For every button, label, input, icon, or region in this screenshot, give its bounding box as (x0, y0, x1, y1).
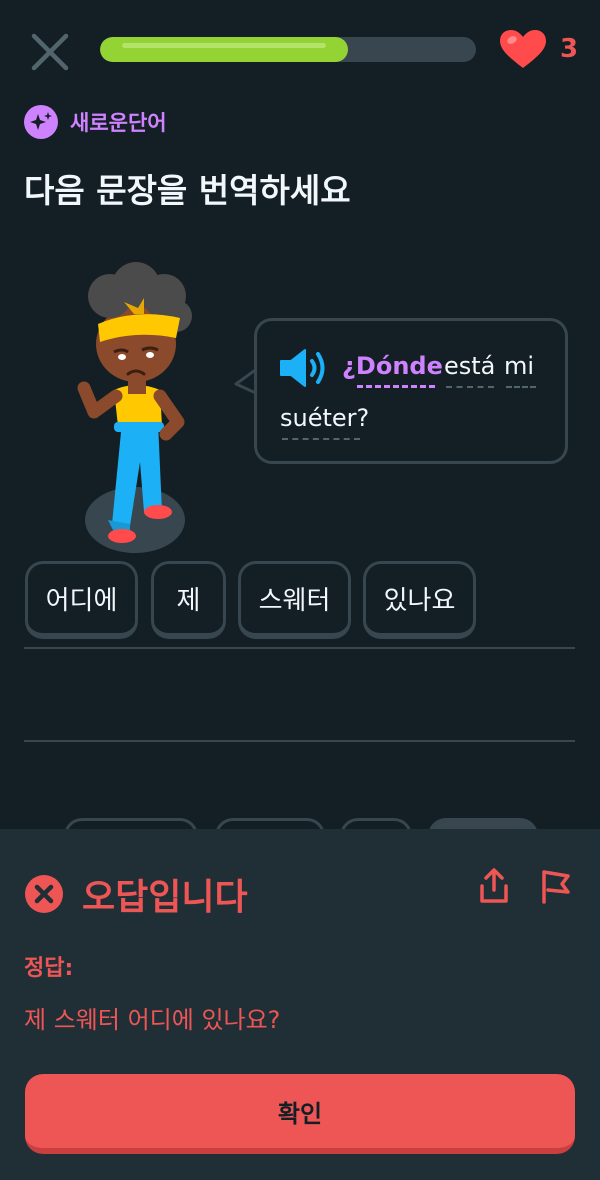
hearts-counter: 3 (498, 28, 588, 72)
prompt-word[interactable]: está (444, 352, 495, 380)
answer-chip[interactable]: 어디에 (25, 561, 138, 639)
progress-bar (100, 37, 476, 62)
prompt-word-underline (506, 386, 536, 388)
correct-answer-text: 제 스웨터 어디에 있나요? (24, 1006, 281, 1034)
sparkle-icon (30, 112, 52, 130)
prompt-word-new[interactable]: ¿Dónde (342, 352, 443, 380)
progress-bar-fill (100, 37, 349, 62)
close-icon[interactable] (28, 30, 72, 74)
error-x-icon (25, 875, 63, 913)
speech-bubble (254, 318, 568, 464)
heart-icon (500, 30, 546, 68)
new-word-badge: 새로운단어 (24, 104, 167, 140)
answer-chip[interactable]: 있나요 (363, 561, 476, 639)
prompt-word-underline (446, 386, 494, 388)
answer-line (24, 647, 575, 649)
prompt-word[interactable]: suéter? (280, 404, 369, 432)
flag-icon[interactable] (538, 866, 574, 906)
correct-answer-label: 정답: (24, 956, 74, 981)
answer-chip[interactable]: 제 (151, 561, 226, 639)
confirm-button[interactable]: 확인 (25, 1074, 575, 1154)
prompt-word[interactable]: mi (504, 352, 534, 380)
feedback-status: 오답입니다 (82, 877, 248, 918)
page-title: 다음 문장을 번역하세요 (24, 171, 351, 210)
answer-line (24, 740, 575, 742)
character-illustration (77, 262, 192, 553)
hearts-count: 3 (560, 34, 579, 64)
prompt-word-underline (357, 385, 435, 388)
prompt-word-underline (282, 438, 360, 440)
speaker-icon[interactable] (278, 346, 330, 390)
share-icon[interactable] (476, 866, 512, 906)
new-word-label: 새로운단어 (70, 111, 167, 135)
answer-chip[interactable]: 스웨터 (238, 561, 351, 639)
progress-bar-shine (122, 43, 327, 48)
new-word-icon (24, 105, 58, 139)
